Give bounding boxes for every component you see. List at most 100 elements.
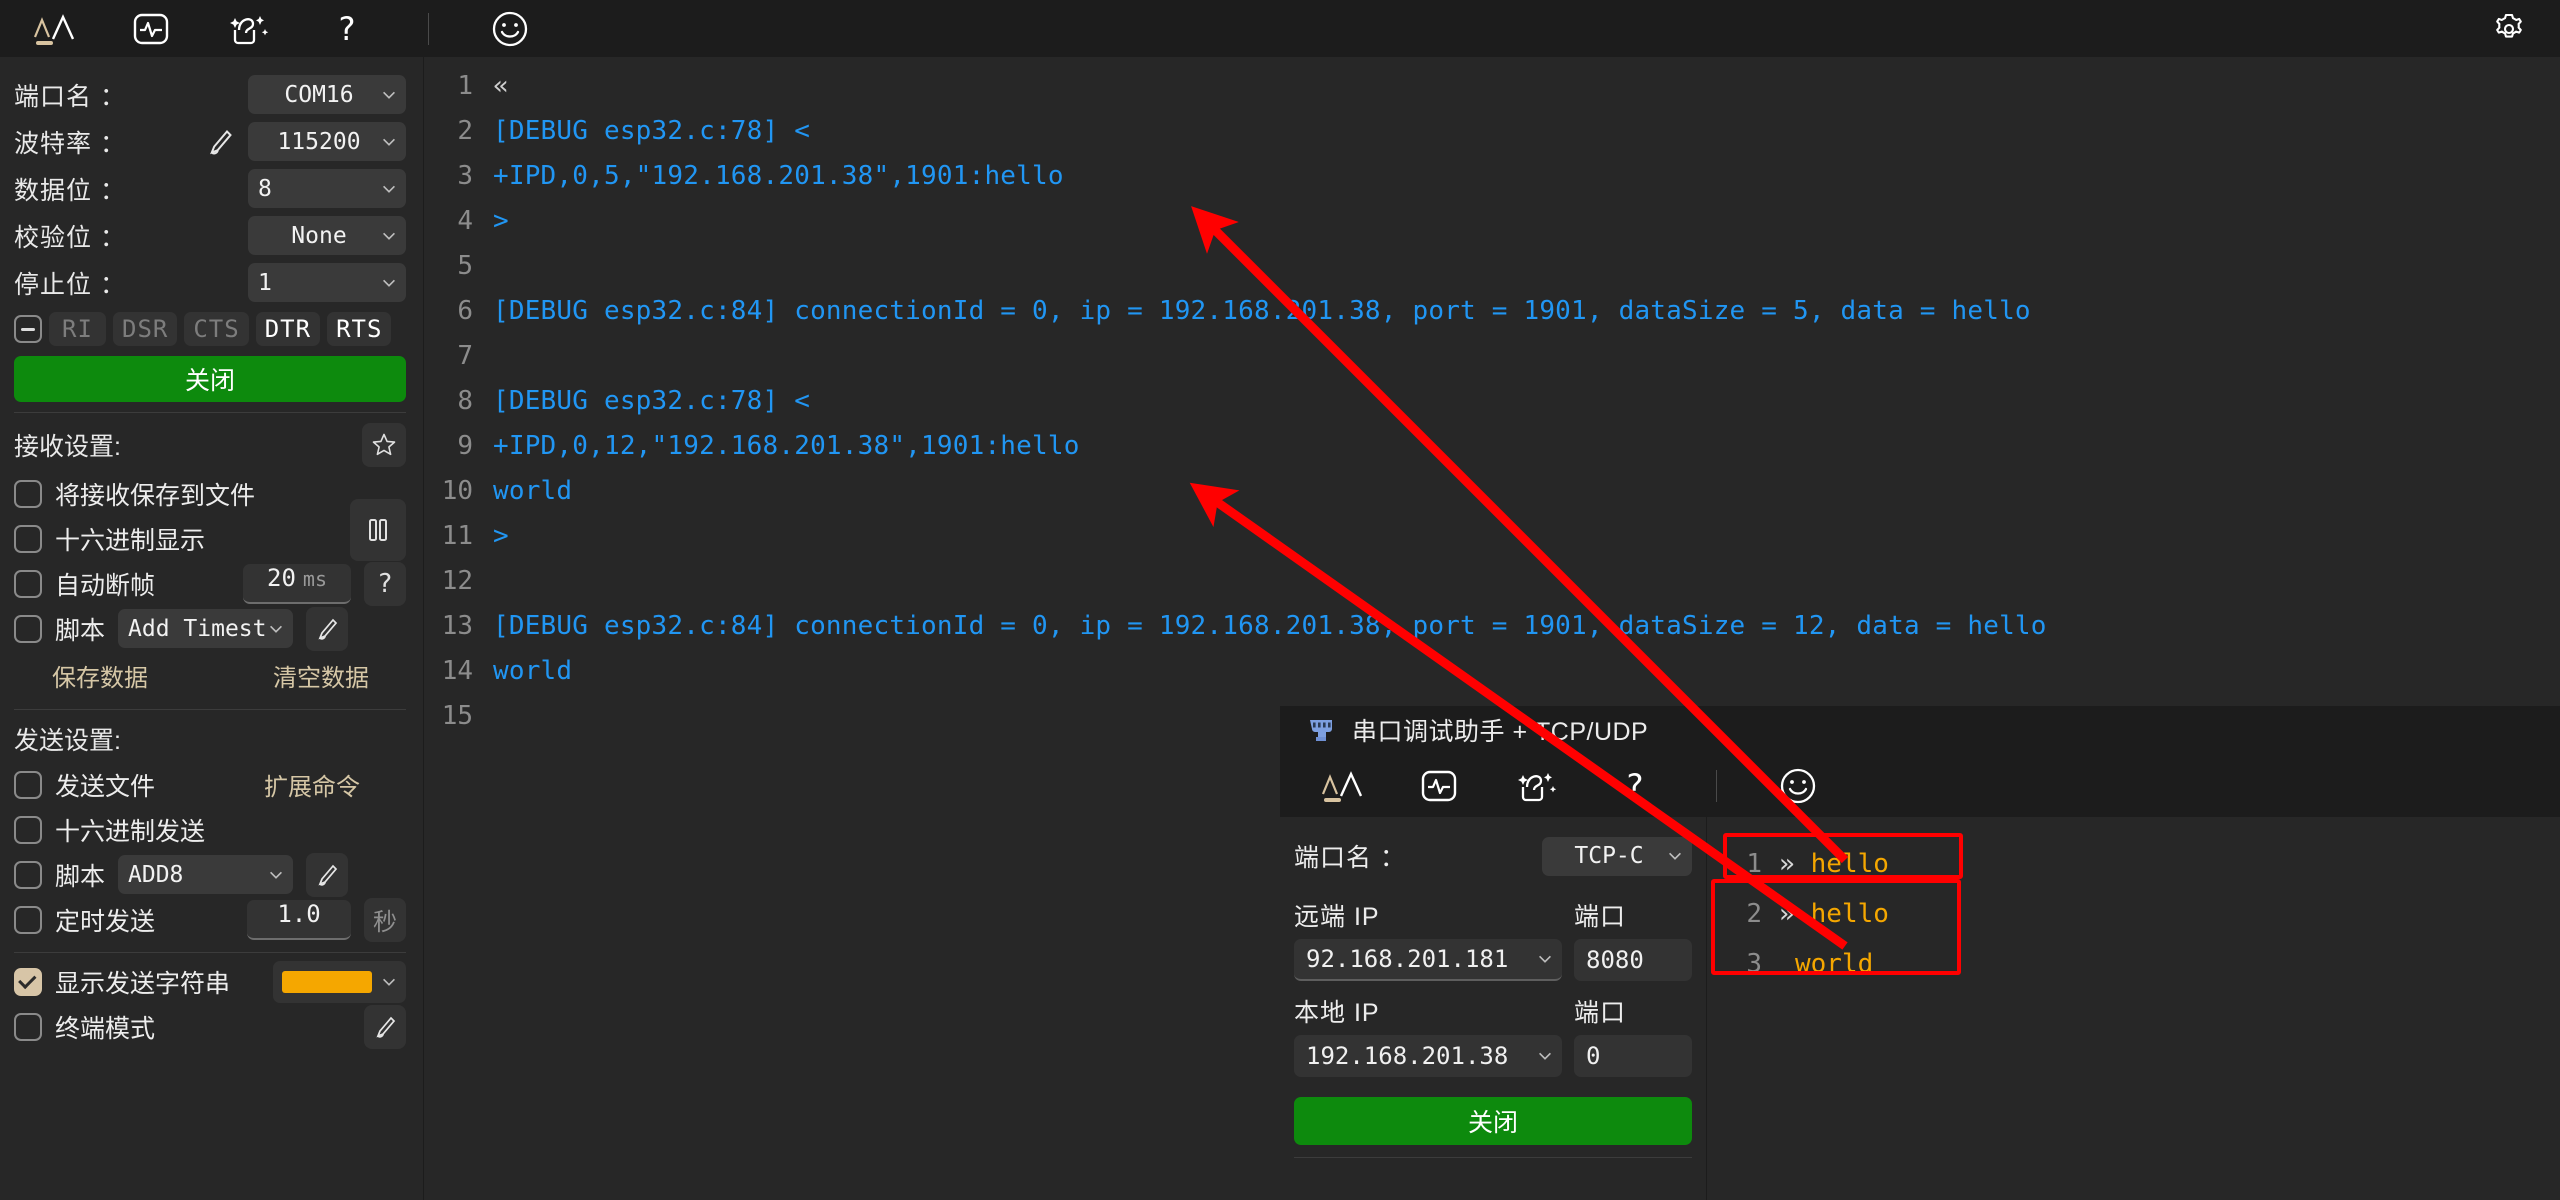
log-line-text: world: [493, 656, 573, 686]
send-script-select[interactable]: ADD8: [118, 855, 294, 894]
parity-value: None: [291, 222, 347, 249]
modem-signal-checkbox[interactable]: [14, 315, 42, 343]
waveform-icon[interactable]: [1416, 766, 1462, 806]
send-timed-row[interactable]: 定时发送 1.0 秒: [14, 897, 406, 942]
signal-chip-dtr[interactable]: DTR: [255, 312, 321, 346]
log-line-number: 8: [457, 386, 473, 416]
send-script-label: 脚本: [55, 862, 106, 891]
log-line-text: [DEBUG esp32.c:78] <: [493, 386, 811, 416]
log-line-number: 5: [457, 251, 473, 281]
dialog-port-select[interactable]: TCP-C: [1542, 836, 1692, 876]
recv-auto-frame-row[interactable]: 自动断帧 20 ms ?: [14, 561, 406, 606]
terminal-mode-checkbox[interactable]: [14, 1012, 42, 1041]
send-timed-unit: 秒: [364, 897, 406, 942]
log-line: 12: [425, 566, 2560, 611]
databits-select[interactable]: 8: [248, 169, 406, 208]
send-timed-input[interactable]: 1.0: [247, 899, 351, 940]
recv-hex-display-checkbox[interactable]: [14, 524, 42, 553]
help-icon[interactable]: ?: [1612, 766, 1658, 806]
remote-ip-input[interactable]: 92.168.201.181: [1294, 939, 1562, 981]
signal-chip-dsr[interactable]: DSR: [113, 312, 178, 346]
signal-chip-ri[interactable]: RI: [49, 312, 106, 346]
recv-save-to-file-label: 将接收保存到文件: [55, 481, 256, 510]
signal-chip-rts[interactable]: RTS: [327, 312, 392, 346]
send-string-color-picker[interactable]: [273, 960, 406, 1003]
pause-button[interactable]: [350, 499, 406, 561]
send-script-edit-button[interactable]: [306, 852, 349, 897]
parity-label: 校验位 ：: [14, 223, 126, 252]
smiley-icon[interactable]: [1775, 766, 1821, 806]
chevron-down-icon: [270, 625, 282, 633]
extended-command-button[interactable]: 扩展命令: [264, 767, 360, 802]
recv-hex-display-row[interactable]: 十六进制显示: [14, 516, 406, 561]
favorite-star-button[interactable]: [362, 423, 406, 467]
log-line: 2 [DEBUG esp32.c:78] <: [425, 116, 2560, 161]
dialog-log-view[interactable]: 1 » hello 2 » hello 3 world: [1707, 817, 2560, 1200]
recv-auto-frame-help-button[interactable]: ?: [364, 561, 406, 606]
recv-script-label: 脚本: [55, 616, 106, 645]
dialog-log-direction-icon: »: [1779, 899, 1795, 929]
smiley-icon[interactable]: [487, 9, 533, 49]
recv-save-to-file-checkbox[interactable]: [14, 479, 42, 508]
pen-edit-icon: [318, 618, 338, 640]
chevron-down-icon: [383, 91, 395, 99]
terminal-mode-row[interactable]: 终端模式: [14, 1004, 406, 1049]
recv-script-row[interactable]: 脚本 Add Timesta: [14, 606, 406, 651]
close-port-button[interactable]: 关闭: [14, 356, 406, 402]
main-toolbar: ?: [0, 0, 2560, 57]
chevron-down-icon: [1539, 955, 1551, 963]
send-file-checkbox[interactable]: [14, 770, 42, 799]
stopbits-select[interactable]: 1: [248, 263, 406, 302]
log-line-number: 6: [457, 296, 473, 326]
send-settings-heading: 发送设置:: [14, 727, 121, 755]
dialog-close-button[interactable]: 关闭: [1294, 1097, 1692, 1145]
port-value: COM16: [284, 81, 354, 108]
local-ip-input[interactable]: 192.168.201.38: [1294, 1035, 1562, 1077]
magic-box-icon[interactable]: [226, 9, 272, 49]
chevron-down-icon: [270, 871, 282, 879]
pause-icon: [369, 519, 387, 541]
signal-chip-cts[interactable]: CTS: [184, 312, 249, 346]
serial-debug-assistant-window: ? 端口名 ： COM16 波特率 ： 115200 数据位 ： 8 校验位 ：…: [0, 0, 2560, 1200]
divider: [14, 412, 406, 413]
log-line-text: +IPD,0,12,"192.168.201.38",1901:hello: [493, 431, 1080, 461]
dialog-log-line-text: world: [1795, 949, 1874, 979]
recv-auto-frame-input[interactable]: 20 ms: [243, 563, 351, 604]
send-hex-row[interactable]: 十六进制发送: [14, 807, 406, 852]
recv-script-select[interactable]: Add Timesta: [118, 609, 294, 648]
log-line: 7: [425, 341, 2560, 386]
serial-connector-icon: [1310, 720, 1332, 741]
svg-text:?: ?: [339, 11, 356, 47]
local-ip-label: 本地 IP: [1294, 999, 1380, 1027]
local-port-input[interactable]: 0: [1574, 1035, 1692, 1077]
show-send-string-row[interactable]: 显示发送字符串: [14, 959, 406, 1004]
recv-save-to-file-row[interactable]: 将接收保存到文件: [14, 471, 406, 516]
gear-icon[interactable]: [2486, 9, 2532, 49]
remote-port-input[interactable]: 8080: [1574, 939, 1692, 981]
waveform-icon[interactable]: [128, 9, 174, 49]
help-icon[interactable]: ?: [324, 9, 370, 49]
font-size-icon[interactable]: [30, 9, 76, 49]
send-script-row[interactable]: 脚本 ADD8: [14, 852, 406, 897]
magic-box-icon[interactable]: [1514, 766, 1560, 806]
terminal-mode-edit-button[interactable]: [364, 1004, 406, 1049]
port-select[interactable]: COM16: [248, 75, 406, 114]
recv-auto-frame-checkbox[interactable]: [14, 569, 42, 598]
recv-script-edit-button[interactable]: [306, 606, 349, 651]
baud-select[interactable]: 115200: [248, 122, 406, 161]
recv-auto-frame-label: 自动断帧: [55, 571, 156, 600]
send-timed-checkbox[interactable]: [14, 905, 42, 934]
log-line: 6 [DEBUG esp32.c:84] connectionId = 0, ip…: [425, 296, 2560, 341]
pen-edit-icon[interactable]: [206, 128, 234, 156]
stopbits-value: 1: [258, 269, 272, 296]
recv-script-checkbox[interactable]: [14, 614, 42, 643]
save-data-button[interactable]: 保存数据: [52, 658, 148, 693]
send-hex-checkbox[interactable]: [14, 815, 42, 844]
send-script-checkbox[interactable]: [14, 860, 42, 889]
clear-data-button[interactable]: 清空数据: [273, 658, 369, 693]
font-size-icon[interactable]: [1318, 766, 1364, 806]
parity-select[interactable]: None: [248, 216, 406, 255]
toolbar-divider: [428, 12, 429, 45]
send-file-row[interactable]: 发送文件 扩展命令: [14, 762, 406, 807]
show-send-string-checkbox[interactable]: [14, 967, 42, 996]
